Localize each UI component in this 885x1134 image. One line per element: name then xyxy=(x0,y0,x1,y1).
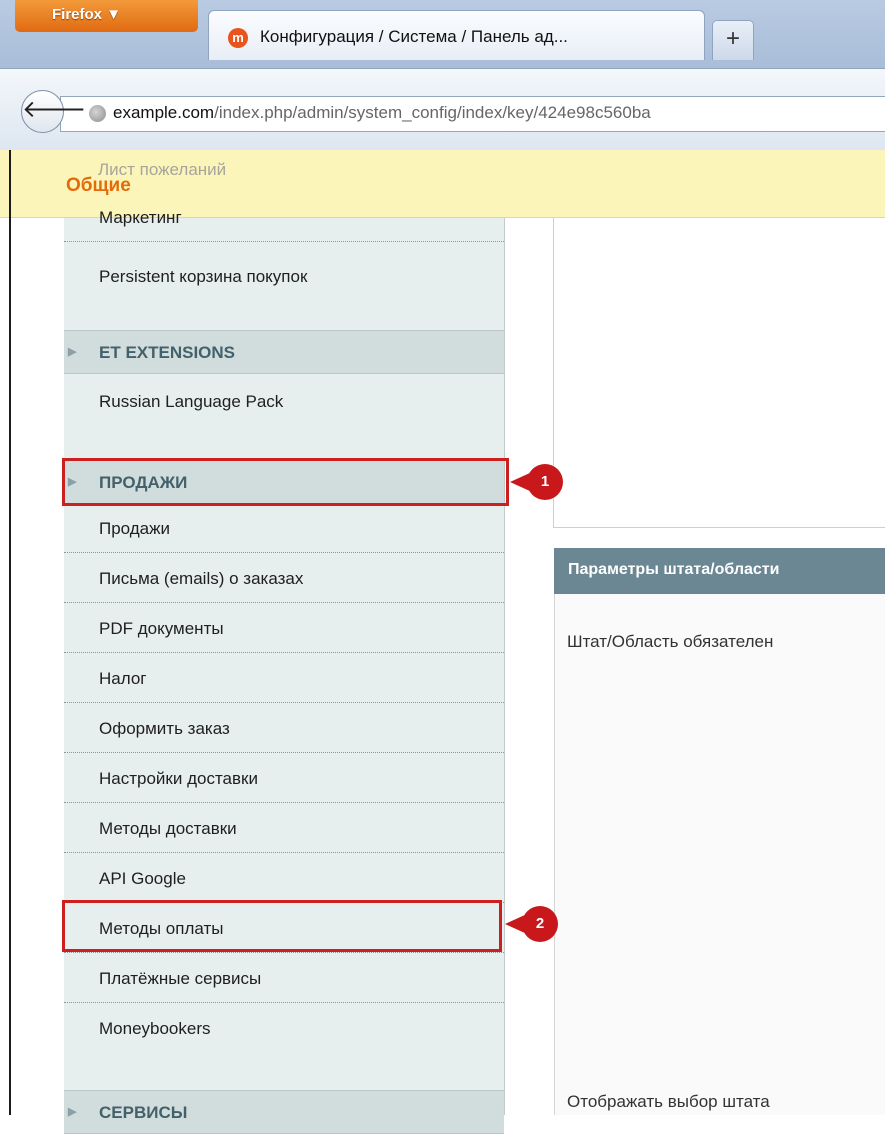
sidebar-item-google-api[interactable]: API Google xyxy=(64,853,504,903)
expand-arrow-icon: ▶ xyxy=(68,1106,77,1118)
section-label: ET EXTENSIONS xyxy=(99,343,236,362)
config-panel xyxy=(553,218,885,528)
sidebar-item-label: Оформить заказ xyxy=(99,719,230,738)
fieldset-body xyxy=(554,594,885,1115)
section-services[interactable]: ▶ СЕРВИСЫ xyxy=(64,1090,504,1134)
sidebar-item-sales[interactable]: Продажи xyxy=(64,503,504,553)
url-path: /index.php/admin/system_config/index/key… xyxy=(214,103,651,122)
section-et-extensions[interactable]: ▶ ET EXTENSIONS xyxy=(64,330,504,374)
sidebar-item-label: Методы доставки xyxy=(99,819,237,838)
firefox-menu-label: Firefox xyxy=(52,6,103,23)
sidebar-item-tax[interactable]: Налог xyxy=(64,653,504,703)
window-left-edge xyxy=(9,150,11,1115)
sidebar-item-label: Russian Language Pack xyxy=(99,392,284,411)
callout-number: 2 xyxy=(522,906,558,942)
tab-title: Конфигурация / Система / Панель ад... xyxy=(260,27,568,46)
url-text: example.com/index.php/admin/system_confi… xyxy=(113,103,651,123)
back-arrow-icon: 🡐 xyxy=(22,96,87,123)
sidebar-item-label: Настройки доставки xyxy=(99,769,258,788)
sidebar-item-label: Moneybookers xyxy=(99,1019,211,1038)
fieldset-header-state-options[interactable]: Параметры штата/области xyxy=(554,548,885,594)
sidebar-item-label: Налог xyxy=(99,669,147,688)
browser-nav-bar: example.com/index.php/admin/system_confi… xyxy=(0,68,885,150)
address-bar[interactable]: example.com/index.php/admin/system_confi… xyxy=(60,96,885,132)
field-label-display-state: Отображать выбор штата xyxy=(567,1092,770,1111)
sidebar-item-label: API Google xyxy=(99,869,186,888)
expand-arrow-icon: ▶ xyxy=(68,346,77,358)
sidebar-item-label: Продажи xyxy=(99,519,170,538)
sidebar-item-persistent-cart[interactable]: Persistent корзина покупок xyxy=(64,251,504,301)
sidebar-item-payment-services[interactable]: Платёжные сервисы xyxy=(64,953,504,1003)
back-button[interactable]: 🡐 xyxy=(21,90,86,133)
dropdown-arrow-icon: ▼ xyxy=(106,6,122,23)
sidebar-item-shipping-settings[interactable]: Настройки доставки xyxy=(64,753,504,803)
new-tab-button[interactable]: + xyxy=(712,20,754,60)
page-title: Общие xyxy=(66,175,131,196)
sidebar-item-shipping-methods[interactable]: Методы доставки xyxy=(64,803,504,853)
firefox-menu-button[interactable]: Firefox ▼ xyxy=(15,0,198,32)
config-sidebar: Маркетинг Persistent корзина покупок ▶ E… xyxy=(64,208,505,1134)
sidebar-item-russian-language-pack[interactable]: Russian Language Pack xyxy=(64,376,504,426)
magento-favicon-icon: m xyxy=(228,28,248,48)
sidebar-item-moneybookers[interactable]: Moneybookers xyxy=(64,1003,504,1053)
sidebar-item-label: Маркетинг xyxy=(99,208,182,227)
tab-active[interactable]: m Конфигурация / Система / Панель ад... xyxy=(208,10,705,60)
globe-icon xyxy=(89,105,106,122)
callout-number: 1 xyxy=(527,464,563,500)
highlight-box-sales-section xyxy=(62,458,509,506)
url-domain: example.com xyxy=(113,103,215,122)
section-label: СЕРВИСЫ xyxy=(99,1103,188,1122)
sidebar-item-label: Persistent корзина покупок xyxy=(99,267,308,286)
field-label-state-required: Штат/Область обязателен xyxy=(567,632,774,651)
sidebar-item-label: Письма (emails) о заказах xyxy=(99,569,304,588)
browser-tab-bar: Firefox ▼ m Конфигурация / Система / Пан… xyxy=(0,0,885,68)
highlight-box-payment-methods xyxy=(62,900,502,952)
sidebar-item-checkout[interactable]: Оформить заказ xyxy=(64,703,504,753)
sidebar-item-label: Платёжные сервисы xyxy=(99,969,262,988)
sidebar-item-marketing[interactable]: Маркетинг xyxy=(64,208,504,242)
sidebar-item-pdf-documents[interactable]: PDF документы xyxy=(64,603,504,653)
sidebar-item-label: PDF документы xyxy=(99,619,224,638)
sidebar-item-order-emails[interactable]: Письма (emails) о заказах xyxy=(64,553,504,603)
